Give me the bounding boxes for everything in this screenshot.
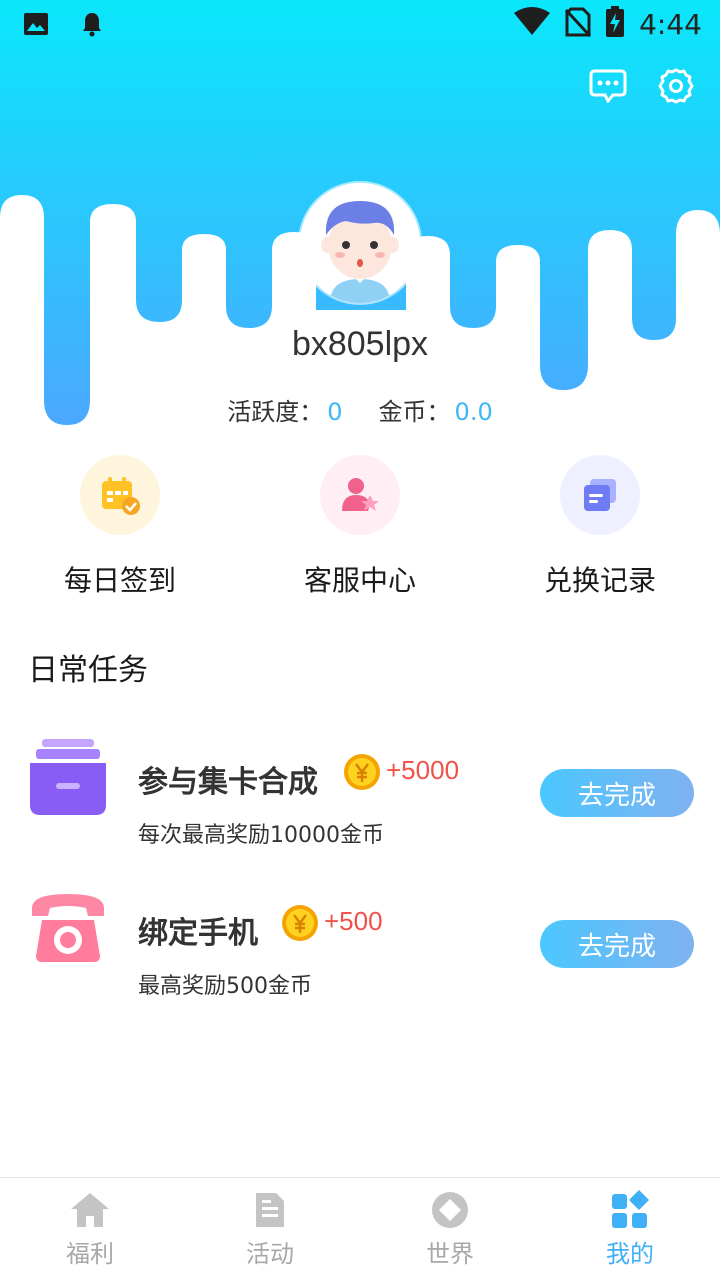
gold-coin-icon xyxy=(281,904,319,942)
activity-label: 活跃度： xyxy=(227,398,324,426)
activity-value: 0 xyxy=(327,398,343,426)
task-card-bind-phone: 绑定手机 +500 最高奖励500金币 去完成 xyxy=(0,886,720,1016)
exchange-record-icon xyxy=(560,455,640,535)
avatar[interactable] xyxy=(300,183,420,303)
customer-service-icon xyxy=(320,455,400,535)
gold-coin-icon xyxy=(343,753,381,791)
profile-stats: 活跃度： 0 金币： 0.0 xyxy=(0,392,720,427)
quick-action-label: 客服中心 xyxy=(303,564,416,597)
quick-action-daily-checkin[interactable]: 每日签到 xyxy=(0,455,240,605)
nav-item-world[interactable]: 世界 xyxy=(360,1178,540,1280)
gear-icon[interactable] xyxy=(656,66,696,106)
coins-label: 金币： xyxy=(378,398,451,426)
task-description: 最高奖励500金币 xyxy=(138,974,312,999)
quick-actions: 每日签到 客服中心 兑换记录 xyxy=(0,455,720,605)
nav-item-activity[interactable]: 活动 xyxy=(180,1178,360,1280)
document-icon xyxy=(248,1190,292,1230)
chat-icon[interactable] xyxy=(588,66,628,106)
battery-charging-icon xyxy=(605,6,625,42)
username: bx805lpx xyxy=(291,325,429,363)
nav-label: 世界 xyxy=(426,1240,474,1268)
task-name: 绑定手机 xyxy=(138,916,258,951)
nav-label: 活动 xyxy=(246,1240,294,1268)
wifi-icon xyxy=(513,7,551,41)
nav-label: 福利 xyxy=(66,1240,114,1268)
home-icon xyxy=(68,1190,112,1230)
task-complete-button[interactable]: 去完成 xyxy=(540,769,694,817)
quick-action-exchange-record[interactable]: 兑换记录 xyxy=(480,455,720,605)
bottom-nav: 福利 活动 世界 我的 xyxy=(0,1177,720,1280)
coins-value: 0.0 xyxy=(454,398,493,426)
section-title-daily-tasks: 日常任务 xyxy=(28,653,148,688)
telephone-icon xyxy=(26,886,110,970)
task-card-collect-cards: 参与集卡合成 +5000 每次最高奖励10000金币 去完成 xyxy=(0,735,720,865)
no-sim-icon xyxy=(565,7,592,41)
task-name: 参与集卡合成 xyxy=(138,765,318,800)
grid-icon xyxy=(608,1190,652,1230)
task-reward: +5000 xyxy=(386,755,460,785)
calendar-check-icon xyxy=(80,455,160,535)
nav-label: 我的 xyxy=(606,1240,654,1268)
world-icon xyxy=(428,1190,472,1230)
status-bar: 4:44 xyxy=(0,0,720,50)
bell-notification-icon xyxy=(80,10,104,42)
task-description: 每次最高奖励10000金币 xyxy=(138,823,384,848)
header-actions xyxy=(588,66,696,106)
task-reward: +500 xyxy=(324,906,383,936)
quick-action-label: 每日签到 xyxy=(63,564,176,597)
card-box-icon xyxy=(26,735,110,819)
quick-action-label: 兑换记录 xyxy=(543,564,656,597)
quick-action-customer-service[interactable]: 客服中心 xyxy=(240,455,480,605)
image-notification-icon xyxy=(22,10,50,42)
clock: 4:44 xyxy=(639,7,702,41)
task-complete-button[interactable]: 去完成 xyxy=(540,920,694,968)
nav-item-mine[interactable]: 我的 xyxy=(540,1178,720,1280)
nav-item-welfare[interactable]: 福利 xyxy=(0,1178,180,1280)
